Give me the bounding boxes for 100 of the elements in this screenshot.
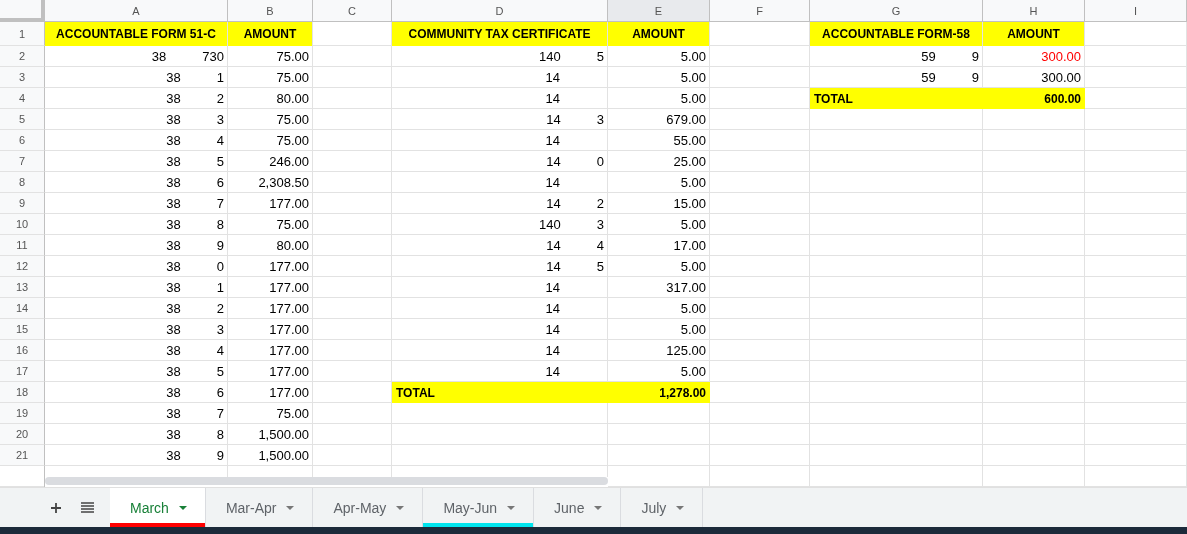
- table-cell-text: 14: [544, 279, 561, 297]
- row-header[interactable]: 1: [0, 22, 45, 46]
- row-header[interactable]: 18: [0, 382, 45, 403]
- table-cell-text: 14: [544, 132, 561, 150]
- column-header[interactable]: B: [228, 0, 313, 22]
- table-cell-text: 14 4: [545, 237, 605, 255]
- table-cell-text: 17.00: [672, 237, 707, 255]
- header-cell: AMOUNT: [228, 22, 313, 46]
- row-header[interactable]: 19: [0, 403, 45, 424]
- table-cell-text: 177.00: [268, 300, 310, 318]
- table-cell-text: 38 3: [165, 111, 225, 129]
- row-header[interactable]: 21: [0, 445, 45, 466]
- table-cell-text: 14: [544, 90, 561, 108]
- total-label: TOTAL: [392, 382, 608, 403]
- table-cell-text: 14 2: [545, 195, 605, 213]
- table-cell-text: 300.00: [1040, 48, 1082, 66]
- caret-icon: [594, 505, 603, 510]
- column-header[interactable]: A: [45, 0, 228, 22]
- caret-icon: [396, 505, 405, 510]
- menu-icon[interactable]: [81, 502, 94, 513]
- column-header[interactable]: F: [710, 0, 810, 22]
- row-header[interactable]: 2: [0, 46, 45, 67]
- caret-icon: [178, 505, 187, 510]
- table-cell-text: 317.00: [665, 279, 707, 297]
- table-cell-text: 2,308.50: [257, 174, 310, 192]
- table-cell-text: 38 2: [165, 300, 225, 318]
- row-header[interactable]: 8: [0, 172, 45, 193]
- table-cell-text: 80.00: [275, 237, 310, 255]
- row-header[interactable]: 20: [0, 424, 45, 445]
- column-header[interactable]: I: [1085, 0, 1187, 22]
- column-header[interactable]: H: [983, 0, 1085, 22]
- table-cell-text: 38 7: [165, 195, 225, 213]
- total-cell: 1,278.00: [608, 382, 710, 403]
- total-cell: 600.00: [983, 88, 1085, 109]
- table-cell-text: 80.00: [275, 90, 310, 108]
- table-cell-text: 5.00: [679, 300, 707, 318]
- table-cell-text: 38 8: [165, 426, 225, 444]
- header-cell: ACCOUNTABLE FORM-58: [810, 22, 983, 46]
- row-header[interactable]: 3: [0, 67, 45, 88]
- sheet-tab[interactable]: March: [110, 488, 206, 527]
- add-sheet-icon[interactable]: [50, 501, 62, 514]
- table-cell-text: 14: [544, 321, 561, 339]
- table-cell-text: 5.00: [679, 90, 707, 108]
- table-cell-text: 38 7: [165, 405, 225, 423]
- table-cell-text: 75.00: [275, 132, 310, 150]
- table-cell-text: 38 4: [165, 342, 225, 360]
- table-cell-text: 14 0: [545, 153, 605, 171]
- table-cell-text: 38 1: [165, 279, 225, 297]
- table-cell-text: 38 1: [165, 69, 225, 87]
- row-header[interactable]: 5: [0, 109, 45, 130]
- table-cell-text: 246.00: [268, 153, 310, 171]
- table-cell-text: 38 6: [165, 174, 225, 192]
- scrollbar[interactable]: [45, 477, 608, 485]
- table-cell-text: 14 3: [545, 111, 605, 129]
- table-cell-text: 38 5: [165, 363, 225, 381]
- row-header[interactable]: 4: [0, 88, 45, 109]
- total-label: TOTAL: [810, 88, 983, 109]
- caret-icon: [676, 505, 685, 510]
- table-cell-text: 15.00: [672, 195, 707, 213]
- table-cell-text: 75.00: [275, 111, 310, 129]
- column-header[interactable]: G: [810, 0, 983, 22]
- header-cell: AMOUNT: [983, 22, 1085, 46]
- table-cell-text: 177.00: [268, 195, 310, 213]
- table-cell-text: 5.00: [679, 363, 707, 381]
- table-cell-text: 38 9: [165, 447, 225, 465]
- column-header[interactable]: E: [608, 0, 710, 22]
- row-header[interactable]: 17: [0, 361, 45, 382]
- table-cell-text: 5.00: [679, 69, 707, 87]
- header-cell: AMOUNT: [608, 22, 710, 46]
- row-header[interactable]: 16: [0, 340, 45, 361]
- table-cell-text: 14: [544, 342, 561, 360]
- table-cell-text: 75.00: [275, 69, 310, 87]
- row-header[interactable]: 11: [0, 235, 45, 256]
- table-cell-text: 75.00: [275, 405, 310, 423]
- table-cell-text: 5.00: [679, 216, 707, 234]
- column-header[interactable]: D: [392, 0, 608, 22]
- row-header[interactable]: 10: [0, 214, 45, 235]
- row-header[interactable]: 9: [0, 193, 45, 214]
- table-cell-text: 5.00: [679, 258, 707, 276]
- table-cell-text: 38 2: [165, 90, 225, 108]
- row-header[interactable]: 6: [0, 130, 45, 151]
- table-cell-text: 1,500.00: [257, 447, 310, 465]
- table-cell-text: 177.00: [268, 321, 310, 339]
- row-header[interactable]: 12: [0, 256, 45, 277]
- row-header[interactable]: 15: [0, 319, 45, 340]
- row-header[interactable]: 13: [0, 277, 45, 298]
- table-cell-text: 38 6: [165, 384, 225, 402]
- table-cell-text: 125.00: [665, 342, 707, 360]
- table-cell-text: 75.00: [275, 48, 310, 66]
- table-cell-text: 177.00: [268, 384, 310, 402]
- table-cell-text: 38 0: [165, 258, 225, 276]
- table-cell-text: 14: [544, 363, 561, 381]
- table-cell-text: 5.00: [679, 174, 707, 192]
- table-cell-text: 59 9: [920, 69, 980, 87]
- table-cell-text: 25.00: [672, 153, 707, 171]
- table-cell-text: 177.00: [268, 279, 310, 297]
- row-header[interactable]: 14: [0, 298, 45, 319]
- row-header[interactable]: 7: [0, 151, 45, 172]
- table-cell-text: 5.00: [679, 48, 707, 66]
- column-header[interactable]: C: [313, 0, 392, 22]
